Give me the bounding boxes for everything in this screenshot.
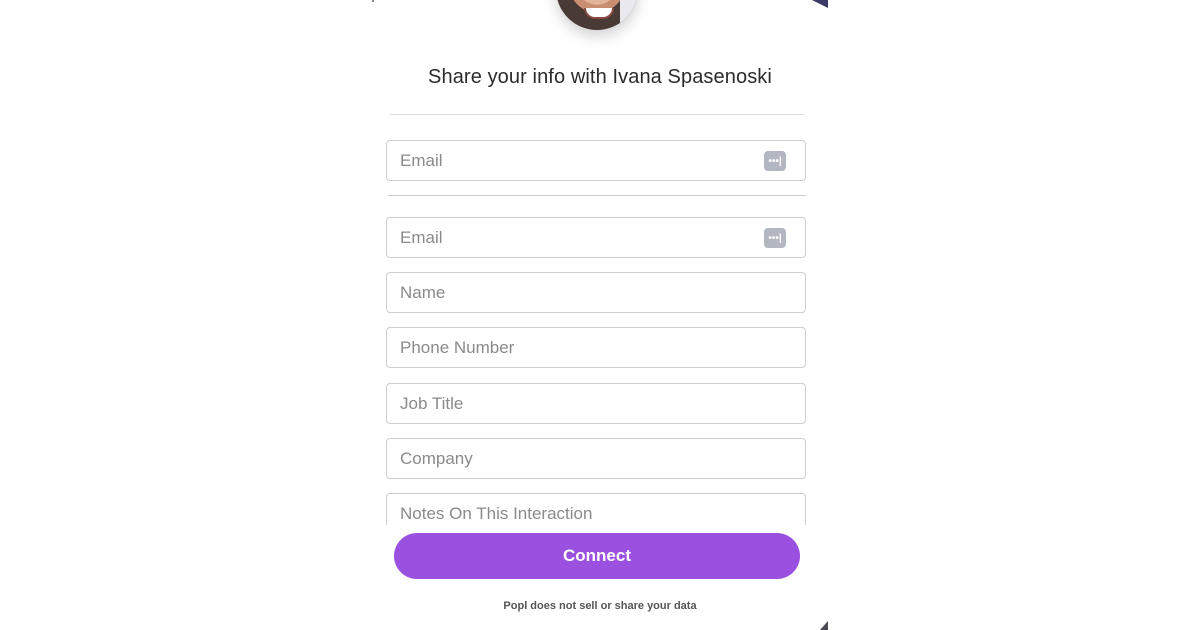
email-input[interactable] [387,218,740,257]
phone-field[interactable] [386,327,806,368]
job-title-input[interactable] [387,384,740,423]
avatar [556,0,638,30]
title-divider [390,114,804,115]
autofill-email-input[interactable] [387,141,740,180]
avatar-background [620,0,638,30]
notes-field[interactable] [386,493,806,525]
password-manager-icon[interactable]: •••| [764,228,786,248]
company-input[interactable] [387,439,740,478]
password-manager-icon[interactable]: •••| [764,151,786,171]
page-title: Share your info with Ivana Spasenoski [428,66,772,88]
email-field[interactable]: •••| [386,217,806,258]
notes-input[interactable] [387,494,740,525]
section-divider [388,195,806,196]
job-title-field[interactable] [386,383,806,424]
company-field[interactable] [386,438,806,479]
background-corner-top-left [372,0,374,2]
name-field[interactable] [386,272,806,313]
background-corner-top-right [812,0,828,8]
notes-scroll-area [386,493,806,525]
privacy-notice: Popl does not sell or share your data [503,600,697,612]
name-input[interactable] [387,273,740,312]
connect-button[interactable]: Connect [394,533,800,579]
avatar-face [584,8,614,19]
autofill-email-field[interactable]: •••| [386,140,806,181]
phone-input[interactable] [387,328,740,367]
background-corner-bottom-right [820,621,828,630]
